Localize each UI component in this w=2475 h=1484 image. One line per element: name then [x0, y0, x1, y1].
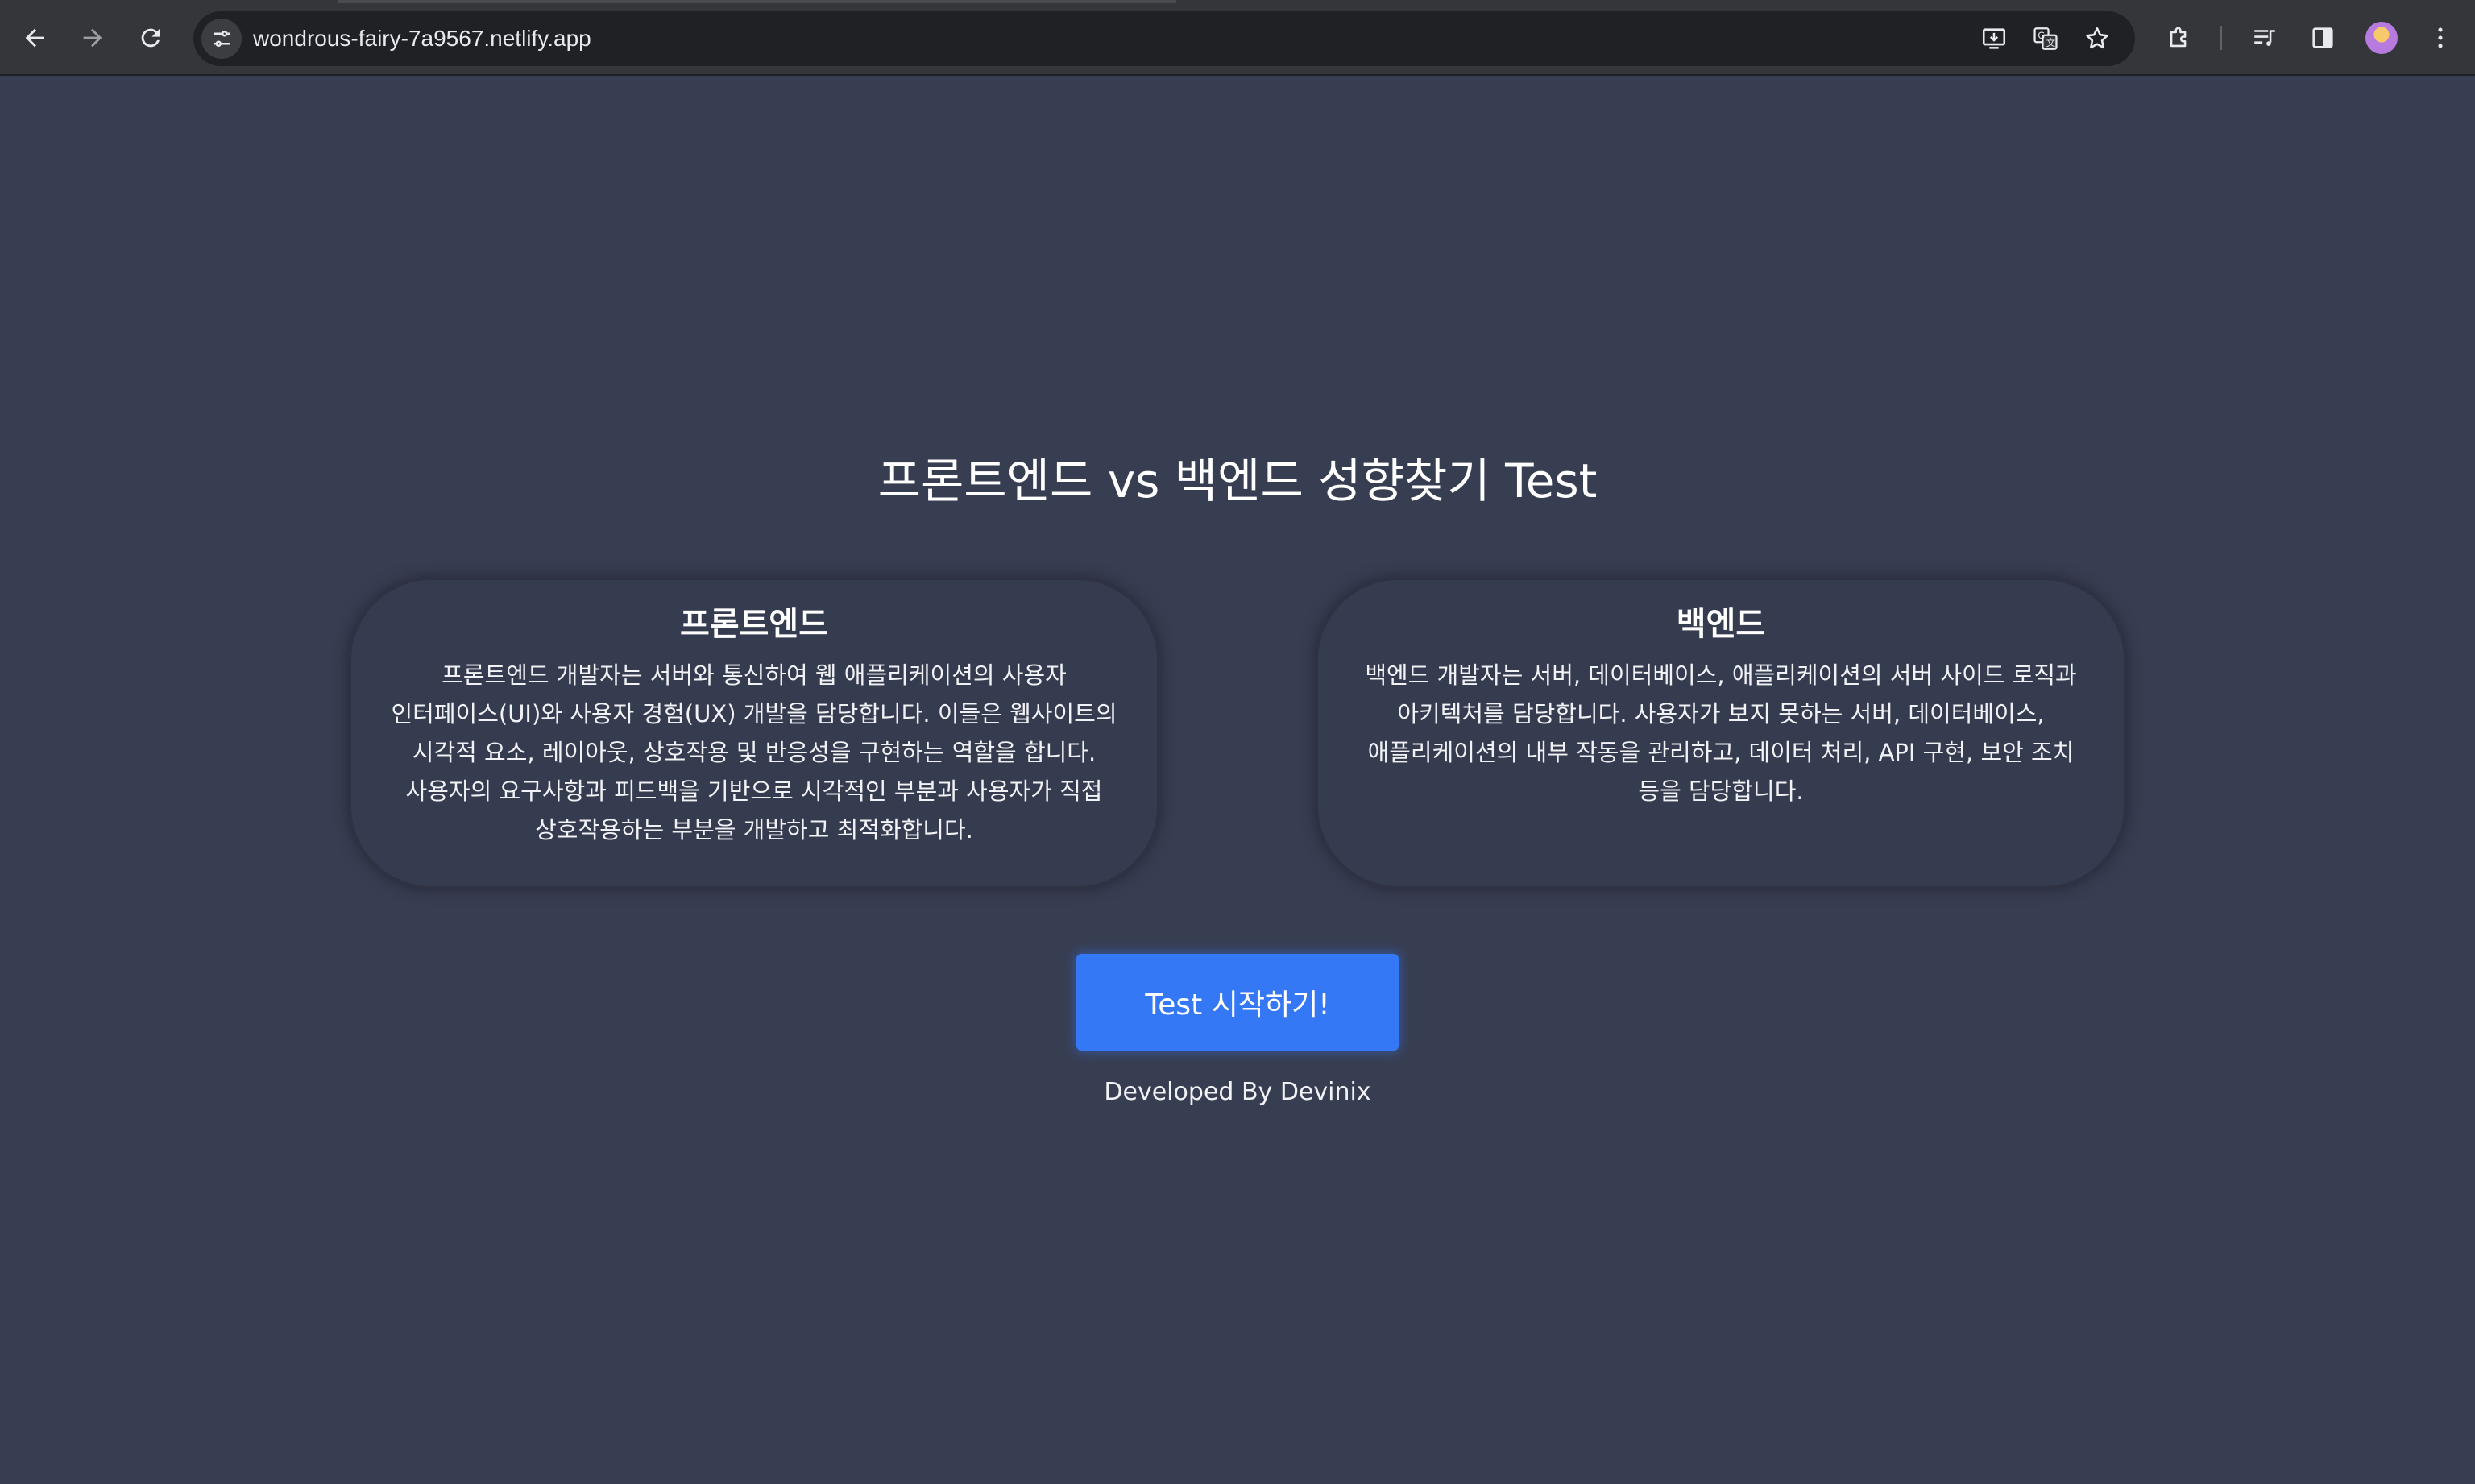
- footer-credit: Developed By Devinix: [1104, 1078, 1371, 1106]
- forward-button[interactable]: [73, 18, 113, 58]
- browser-toolbar: wondrous-fairy-7a9567.netlify.app G文: [0, 0, 2475, 76]
- install-app-icon: [1982, 28, 2006, 49]
- card-line: 인터페이스(UI)와 사용자 경험(UX) 개발을 담당합니다. 이들은 웹사이…: [391, 700, 1117, 727]
- card-heading: 프론트엔드: [680, 606, 828, 643]
- translate-button[interactable]: G文: [2027, 20, 2064, 57]
- reload-button[interactable]: [131, 18, 171, 58]
- card-line: 프론트엔드 개발자는 서버와 통신하여 웹 애플리케이션의 사용자: [442, 661, 1067, 689]
- card-heading: 백엔드: [1676, 606, 1766, 643]
- bookmark-button[interactable]: [2079, 20, 2116, 57]
- card-line: 사용자의 요구사항과 피드백을 기반으로 시각적인 부분과 사용자가 직접: [405, 777, 1103, 805]
- frontend-card: 프론트엔드 프론트엔드 개발자는 서버와 통신하여 웹 애플리케이션의 사용자 …: [351, 580, 1157, 886]
- back-button[interactable]: [15, 18, 55, 58]
- tune-icon: [214, 31, 230, 47]
- media-queue-icon: [2254, 30, 2275, 46]
- page-title: 프론트엔드 vs 백엔드 성향찾기 Test: [877, 454, 1598, 508]
- translate-icon: G文: [2033, 27, 2058, 50]
- toolbar-divider: [2220, 26, 2222, 50]
- arrow-right-icon: [83, 28, 102, 48]
- browser-menu-button[interactable]: [2420, 18, 2460, 58]
- backend-card: 백엔드 백엔드 개발자는 서버, 데이터베이스, 애플리케이션의 서버 사이드 …: [1318, 580, 2124, 886]
- install-app-button[interactable]: [1975, 20, 2013, 57]
- card-description: 백엔드 개발자는 서버, 데이터베이스, 애플리케이션의 서버 사이드 로직과 …: [1350, 656, 2092, 810]
- profile-avatar[interactable]: [2365, 22, 2398, 54]
- start-test-button[interactable]: Test 시작하기!: [1076, 954, 1399, 1051]
- page-content: 프론트엔드 vs 백엔드 성향찾기 Test 프론트엔드 프론트엔드 개발자는 …: [0, 76, 2475, 1484]
- card-description: 프론트엔드 개발자는 서버와 통신하여 웹 애플리케이션의 사용자 인터페이스(…: [383, 656, 1125, 849]
- reload-icon: [141, 28, 160, 48]
- extensions-button[interactable]: [2159, 18, 2199, 58]
- card-line: 상호작용하는 부분을 개발하고 최적화합니다.: [535, 816, 973, 844]
- card-line: 백엔드 개발자는 서버, 데이터베이스, 애플리케이션의 서버 사이드 로직과: [1365, 661, 2077, 689]
- puzzle-icon: [2170, 27, 2187, 48]
- card-line: 아키텍처를 담당합니다. 사용자가 보지 못하는 서버, 데이터베이스,: [1397, 700, 2045, 727]
- url-text[interactable]: wondrous-fairy-7a9567.netlify.app: [253, 11, 591, 66]
- loading-bar: [338, 0, 1176, 3]
- arrow-left-icon: [25, 28, 44, 48]
- address-bar[interactable]: wondrous-fairy-7a9567.netlify.app G文: [193, 11, 2135, 66]
- side-panel-button[interactable]: [2303, 18, 2343, 58]
- media-queue-button[interactable]: [2245, 18, 2285, 58]
- card-line: 등을 담당합니다.: [1638, 777, 1804, 805]
- svg-text:文: 文: [2046, 37, 2055, 48]
- site-info-button[interactable]: [201, 19, 242, 59]
- card-line: 애플리케이션의 내부 작동을 관리하고, 데이터 처리, API 구현, 보안 …: [1367, 739, 2075, 766]
- side-panel-icon: [2312, 27, 2333, 48]
- card-line: 시각적 요소, 레이아웃, 상호작용 및 반응성을 구현하는 역할을 합니다.: [412, 739, 1097, 766]
- kebab-menu-icon: [2438, 27, 2443, 48]
- svg-text:G: G: [2038, 30, 2045, 41]
- star-icon: [2086, 27, 2108, 49]
